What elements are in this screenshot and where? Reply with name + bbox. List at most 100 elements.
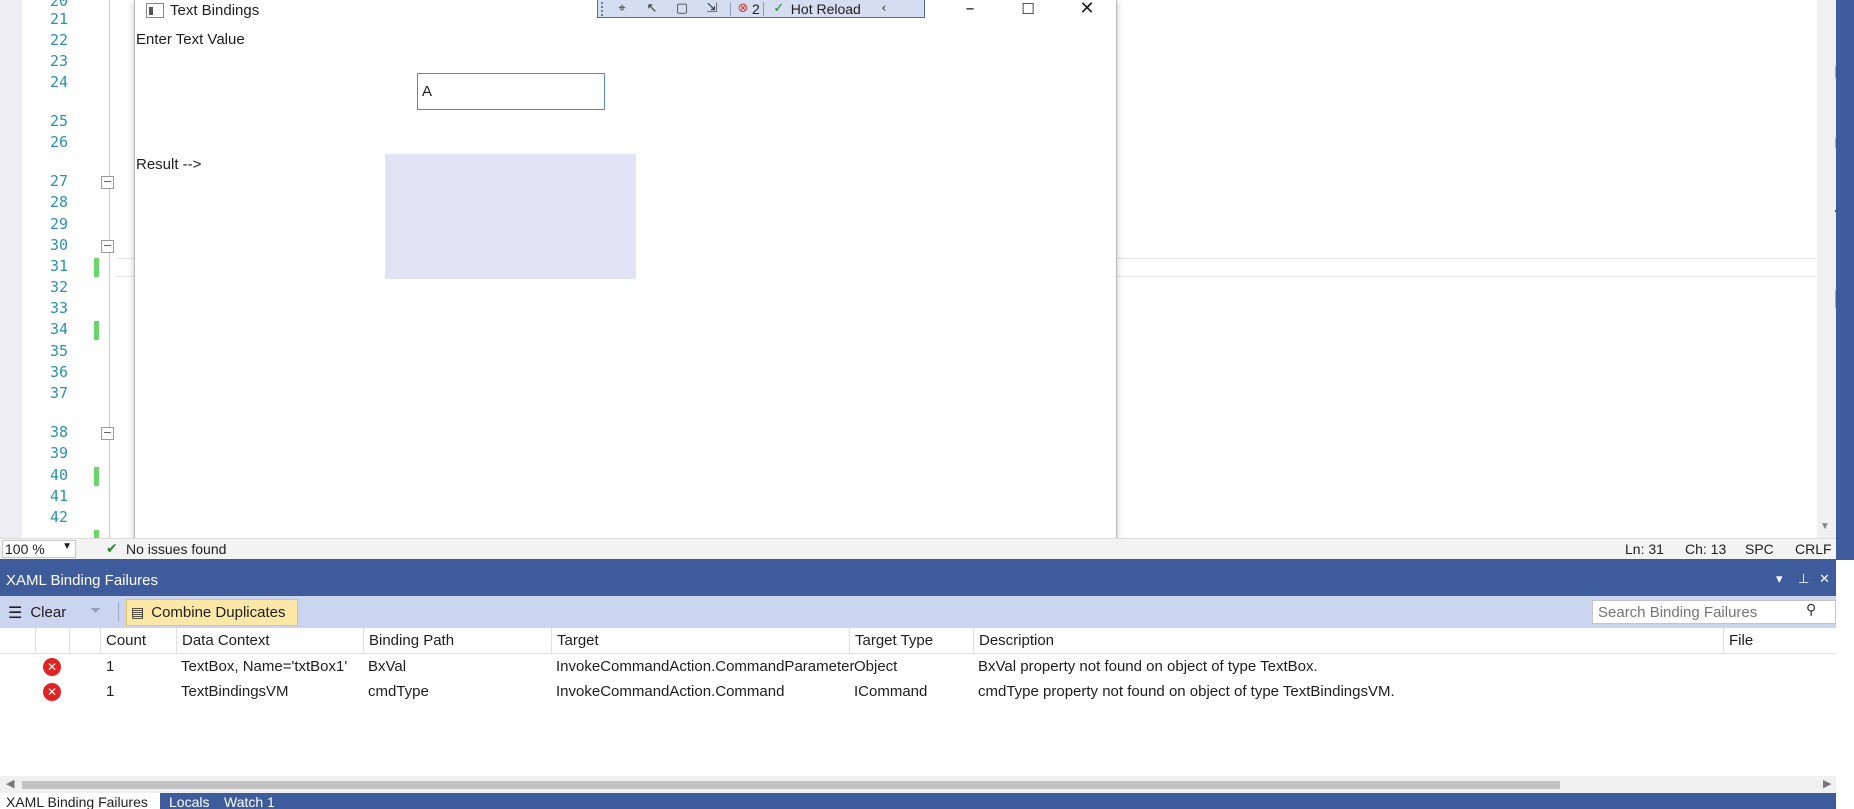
combine-duplicates-button[interactable]: ▤ Combine Duplicates [126,599,298,626]
search-icon[interactable]: ⚲ [1806,602,1816,618]
line-number: 28 [49,193,68,211]
zoom-selector[interactable]: 100 % ▼ [2,540,76,558]
maximize-button[interactable]: ☐ [1013,0,1043,20]
line-ending-indicator[interactable]: CRLF [1795,541,1832,557]
panel-title: XAML Binding Failures [6,572,159,589]
window-app-icon [146,3,164,18]
right-tool-strip[interactable] [1836,0,1854,560]
panel-divider[interactable] [0,559,1836,566]
collapse-toolbar-icon[interactable]: ‹ [873,1,895,17]
scroll-left-arrow-icon[interactable]: ◀ [6,777,14,790]
cell-description: BxVal property not found on object of ty… [978,658,1318,675]
change-marker [94,321,99,340]
line-number: 30 [49,236,68,254]
tab-locals[interactable]: Locals [163,793,215,809]
whitespace-indicator[interactable]: SPC [1745,541,1774,557]
line-number: 39 [49,444,68,462]
line-number: 26 [49,133,68,151]
column-header-file[interactable]: File [1723,628,1836,654]
column-header-blank[interactable] [69,628,102,654]
column-header-binding-path[interactable]: Binding Path [363,628,551,654]
error-icon: ✕ [43,683,61,701]
layout-adorners-icon[interactable]: ⇲ [701,1,723,17]
minimize-button[interactable]: – [955,0,985,20]
column-header-data-context[interactable]: Data Context [176,628,364,654]
table-row[interactable]: ✕ 1 TextBindingsVM cmdType InvokeCommand… [0,679,1836,704]
result-label: Result --> [136,156,202,173]
binding-failures-panel: XAML Binding Failures ▾ ⊥ ✕ ☰ Clear ⏷ ▤ … [0,566,1836,809]
cell-target-type: Object [854,658,898,675]
editor-left-margin [0,0,22,540]
text-value-input[interactable] [417,73,605,110]
line-number: 29 [49,215,68,233]
toolbar-grip[interactable] [601,1,607,16]
column-header-description[interactable]: Description [973,628,1723,654]
toolbar-separator [118,602,119,622]
cell-target: InvokeCommandAction.CommandParameter [556,658,855,675]
line-number: 36 [49,363,68,381]
column-header-count[interactable]: Count [100,628,176,654]
line-number: 35 [49,342,68,360]
line-number: 32 [49,278,68,296]
cell-binding-path: BxVal [368,658,407,675]
scroll-thumb[interactable] [22,781,1560,789]
fold-toggle[interactable]: − [101,427,114,440]
runtime-toolbar: ⌖ ↖ ▢ ⇲ ⊗ 2 ✓ Hot Reload ‹ [597,0,925,18]
line-number: 33 [49,299,68,317]
hot-reload-button[interactable]: Hot Reload [791,1,861,17]
binding-error-count[interactable]: 2 [752,1,760,17]
close-button[interactable]: ✕ [1072,0,1102,20]
search-input[interactable] [1592,600,1836,624]
line-number: 25 [49,112,68,130]
column-header-target[interactable]: Target [551,628,849,654]
line-indicator[interactable]: Ln: 31 [1625,541,1664,557]
editor-vertical-scrollbar[interactable]: ▼ [1817,0,1835,540]
app-window: Text Bindings – ☐ ✕ Enter Text Value Res… [134,0,1117,546]
window-title: Text Bindings [170,2,260,19]
binding-error-icon[interactable]: ⊗ [736,1,750,17]
clear-list-icon: ☰ [8,602,23,622]
toolbar-separator [762,1,764,16]
line-number: 41 [49,487,68,505]
scroll-down-arrow-icon[interactable]: ▼ [1820,521,1830,532]
panel-horizontal-scrollbar[interactable]: ◀ ▶ [0,776,1836,793]
change-marker [94,467,99,486]
hot-reload-check-icon: ✓ [773,0,785,16]
tab-watch-1[interactable]: Watch 1 [218,793,281,809]
fold-toggle[interactable]: − [101,176,114,189]
panel-header: XAML Binding Failures ▾ ⊥ ✕ [0,566,1836,596]
column-header-target-type[interactable]: Target Type [849,628,973,654]
bottom-tab-strip: XAML Binding Failures Locals Watch 1 [0,793,1836,809]
result-display [385,154,636,279]
panel-options-icon[interactable]: ▾ [1776,572,1783,587]
line-number: 37 [49,384,68,402]
line-number: 34 [49,320,68,338]
issues-status[interactable]: No issues found [126,541,226,557]
cell-count: 1 [106,658,115,675]
filter-icon[interactable]: ⏷ [90,603,101,619]
cell-file [1723,654,1728,679]
toolbar-separator [730,1,731,16]
combine-icon: ▤ [131,604,145,621]
enter-text-label: Enter Text Value [136,31,245,48]
line-number: 27 [49,172,68,190]
line-number: 24 [49,73,68,91]
panel-toolbar: ☰ Clear ⏷ ▤ Combine Duplicates [0,596,1836,628]
clear-button[interactable]: ☰ Clear [8,601,66,623]
display-adorners-icon[interactable]: ↖ [641,1,663,17]
select-element-icon[interactable]: ⌖ [611,1,633,17]
scroll-right-arrow-icon[interactable]: ▶ [1823,777,1831,790]
cell-data-context: TextBindingsVM [181,683,289,700]
table-row[interactable]: ✕ 1 TextBox, Name='txtBox1' BxVal Invoke… [0,654,1836,679]
change-marker [94,258,99,277]
column-header-icon[interactable] [35,628,69,654]
zoom-value: 100 % [5,541,45,557]
fold-toggle[interactable]: − [101,240,114,253]
panel-close-icon[interactable]: ✕ [1819,572,1830,587]
cell-target: InvokeCommandAction.Command [556,683,785,700]
combine-label: Combine Duplicates [151,604,286,621]
track-focus-icon[interactable]: ▢ [671,1,693,17]
pin-icon[interactable]: ⊥ [1798,572,1809,587]
tab-xaml-binding-failures[interactable]: XAML Binding Failures [0,793,160,809]
column-indicator[interactable]: Ch: 13 [1685,541,1726,557]
